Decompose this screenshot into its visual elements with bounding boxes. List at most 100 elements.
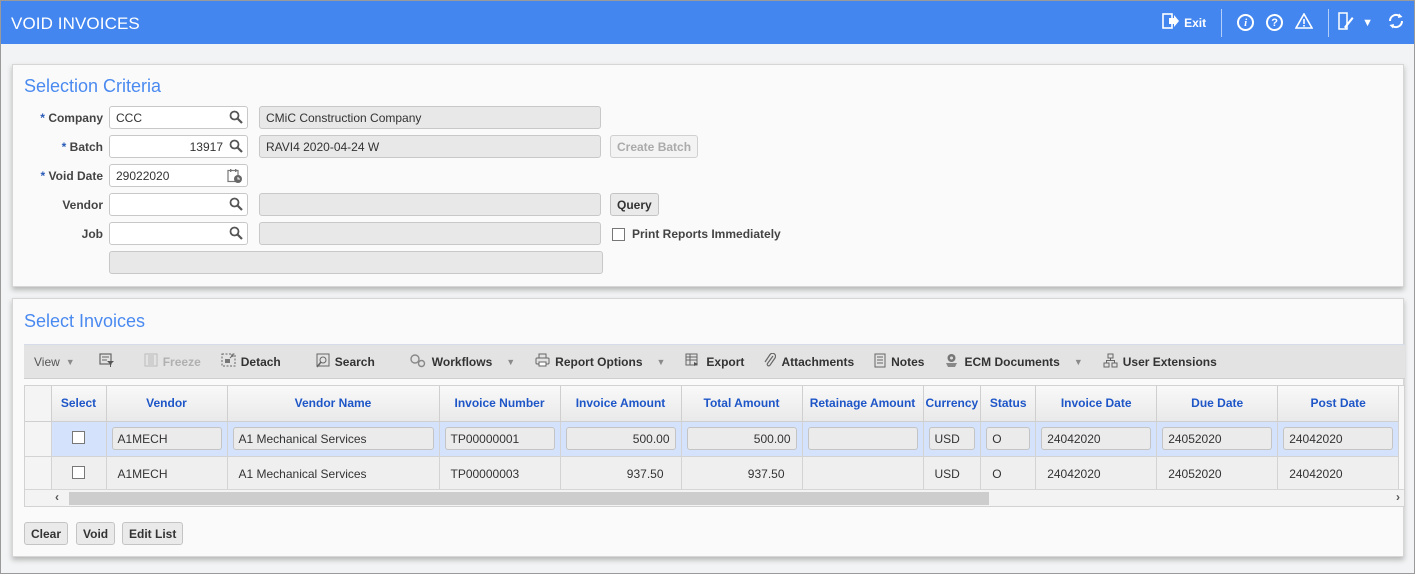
column-header[interactable]: Select [51, 386, 107, 422]
export-button[interactable]: Export [675, 345, 754, 378]
currency-cell[interactable]: USD [923, 456, 982, 492]
invoice-number-cell[interactable]: TP00000003 [439, 456, 561, 492]
status-field[interactable]: O [986, 427, 1031, 450]
report-options-button[interactable]: Report Options ▼ [525, 345, 675, 378]
total-amount-cell[interactable]: 937.50 [681, 456, 803, 492]
vendor-field[interactable]: A1MECH [111, 427, 222, 450]
scroll-left-icon[interactable]: ‹ [55, 490, 59, 504]
void-button[interactable]: Void [76, 522, 116, 545]
clear-button[interactable]: Clear [24, 522, 69, 545]
invoice-amount-cell[interactable]: 500.00 [560, 421, 682, 457]
row-header[interactable] [25, 456, 52, 492]
due-date-field[interactable]: 24052020 [1162, 427, 1273, 450]
print-reports-checkbox[interactable] [612, 227, 625, 241]
table-row[interactable]: A1MECH A1 Mechanical Services TP00000003… [25, 456, 1400, 492]
freeze-button[interactable]: Freeze [134, 345, 211, 378]
notes-button[interactable]: Notes [864, 345, 934, 378]
scroll-right-icon[interactable]: › [1396, 490, 1400, 504]
row-header[interactable] [25, 421, 52, 457]
scrollbar-thumb[interactable] [69, 492, 989, 505]
column-header[interactable]: Post Date [1277, 386, 1400, 422]
vendor-input[interactable] [109, 193, 248, 216]
post-date-field[interactable]: 24042020 [1283, 427, 1394, 450]
invoice-date-field[interactable]: 24042020 [1041, 427, 1152, 450]
column-header[interactable]: Currency [923, 386, 982, 422]
total-amount-cell[interactable]: 500.00 [681, 421, 803, 457]
refresh-button[interactable] [1387, 1, 1414, 44]
edit-dropdown-button[interactable]: ▼ [1362, 1, 1387, 44]
workflows-button[interactable]: Workflows ▼ [385, 345, 525, 378]
column-header[interactable]: Retainage Amount [802, 386, 924, 422]
search-icon[interactable] [229, 226, 243, 243]
due-date-cell[interactable]: 24052020 [1156, 456, 1279, 492]
post-date-cell[interactable]: 24042020 [1277, 421, 1400, 457]
vendor-name-cell[interactable]: A1 Mechanical Services [227, 421, 440, 457]
select-cell[interactable] [51, 456, 107, 492]
detach-button[interactable]: Detach [211, 345, 291, 378]
dropdown-caret-icon[interactable]: ▼ [1074, 357, 1083, 367]
void-date-input[interactable]: 29022020 [109, 164, 248, 187]
query-button[interactable]: Query [610, 193, 659, 216]
search-button[interactable]: Search [291, 345, 385, 378]
table-header-row: Select Vendor Vendor Name Invoice Number… [25, 386, 1400, 422]
column-header[interactable]: Total Amount [681, 386, 803, 422]
invoice-date-cell[interactable]: 24042020 [1035, 421, 1158, 457]
horizontal-scrollbar[interactable]: ‹ › [25, 489, 1404, 506]
edit-list-button[interactable]: Edit List [122, 522, 184, 545]
retainage-amount-field[interactable] [807, 427, 918, 450]
column-header[interactable]: Invoice Number [439, 386, 561, 422]
column-header[interactable]: Vendor [106, 386, 228, 422]
vendor-cell[interactable]: A1MECH [106, 456, 228, 492]
edit-button[interactable] [1338, 1, 1362, 44]
print-reports-label: Print Reports Immediately [632, 227, 781, 241]
status-cell[interactable]: O [980, 456, 1037, 492]
dropdown-caret-icon[interactable]: ▼ [506, 357, 515, 367]
column-header[interactable]: Vendor Name [227, 386, 440, 422]
calendar-icon[interactable] [227, 168, 243, 187]
create-batch-button[interactable]: Create Batch [610, 135, 699, 158]
post-date-cell[interactable]: 24042020 [1277, 456, 1400, 492]
select-cell[interactable] [51, 421, 107, 457]
view-menu[interactable]: View ▼ [24, 345, 85, 378]
invoice-number-cell[interactable]: TP00000001 [439, 421, 561, 457]
notes-icon [874, 353, 886, 371]
attachments-button[interactable]: Attachments [754, 345, 864, 378]
user-extensions-button[interactable]: User Extensions [1093, 345, 1227, 378]
table-row[interactable]: A1MECH A1 Mechanical Services TP00000001… [25, 421, 1400, 457]
vendor-name-cell[interactable]: A1 Mechanical Services [227, 456, 440, 492]
currency-field[interactable]: USD [928, 427, 976, 450]
filter-button[interactable] [85, 345, 134, 378]
vendor-name-field[interactable]: A1 Mechanical Services [232, 427, 434, 450]
info-button[interactable]: i [1231, 1, 1260, 44]
job-input[interactable] [109, 222, 248, 245]
invoice-number-field[interactable]: TP00000001 [444, 427, 555, 450]
help-button[interactable]: ? [1260, 1, 1289, 44]
batch-input[interactable]: 13917 [109, 135, 248, 158]
column-header[interactable]: Invoice Date [1035, 386, 1158, 422]
retainage-amount-cell[interactable] [802, 456, 924, 492]
column-header[interactable]: Status [980, 386, 1037, 422]
dropdown-caret-icon[interactable]: ▼ [657, 357, 666, 367]
notes-label: Notes [891, 354, 925, 369]
row-select-checkbox[interactable] [72, 465, 85, 479]
ecm-documents-button[interactable]: ECM Documents ▼ [934, 345, 1092, 378]
invoice-date-cell[interactable]: 24042020 [1035, 456, 1158, 492]
search-icon[interactable] [229, 197, 243, 214]
due-date-cell[interactable]: 24052020 [1156, 421, 1279, 457]
column-header[interactable]: Due Date [1156, 386, 1279, 422]
currency-cell[interactable]: USD [923, 421, 982, 457]
print-reports-option[interactable]: Print Reports Immediately [612, 227, 781, 241]
invoice-amount-cell[interactable]: 937.50 [560, 456, 682, 492]
search-icon[interactable] [229, 110, 243, 127]
total-amount-field[interactable]: 500.00 [686, 427, 797, 450]
warning-button[interactable] [1289, 1, 1319, 44]
search-icon[interactable] [229, 139, 243, 156]
vendor-cell[interactable]: A1MECH [106, 421, 228, 457]
invoice-amount-field[interactable]: 500.00 [565, 427, 676, 450]
retainage-amount-cell[interactable] [802, 421, 924, 457]
column-header[interactable]: Invoice Amount [560, 386, 682, 422]
row-select-checkbox[interactable] [72, 430, 85, 444]
status-cell[interactable]: O [980, 421, 1037, 457]
company-input[interactable]: CCC [109, 106, 248, 129]
exit-button[interactable]: Exit [1162, 1, 1206, 44]
